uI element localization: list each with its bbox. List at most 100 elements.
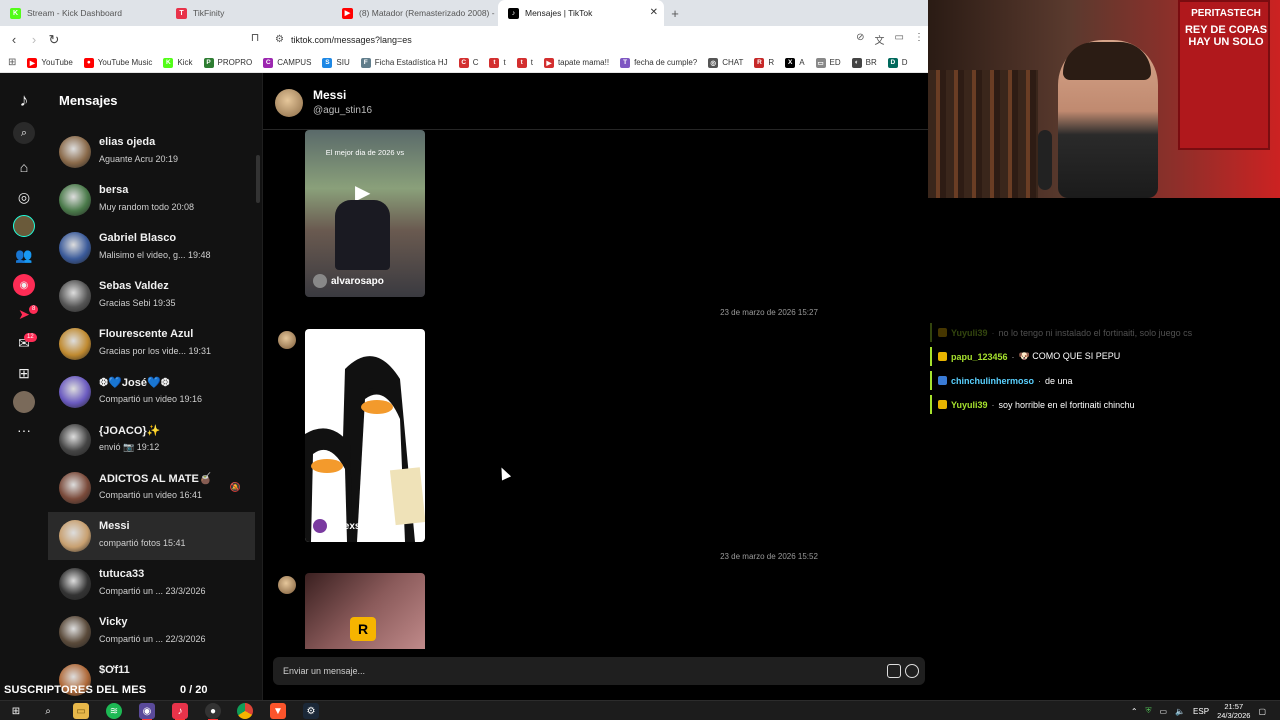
bookmark-star-icon[interactable]: ⊓ (245, 31, 265, 44)
bookmark-item[interactable]: ▶ YouTube (27, 57, 73, 68)
conversation-scrollbar[interactable] (256, 155, 260, 203)
more-icon[interactable]: ⋮ (914, 32, 924, 47)
bookmark-item[interactable]: tt (516, 57, 533, 68)
shared-video-card[interactable]: R (305, 573, 425, 649)
tiktok-app: ♪ ⌕ ⌂ ◎ 👥 ◉ ➤ 8 ✉ 12 ⊞ ··· Mensajes elia… (0, 73, 929, 700)
browser-tab-title: Mensajes | TikTok (525, 8, 593, 18)
notifications-icon[interactable]: ▢ (1258, 707, 1266, 716)
bookmark-favicon-icon: C (263, 57, 274, 68)
browser-tab-title: Stream - Kick Dashboard (27, 8, 122, 18)
conversation-preview: Compartió un video 19:16 (99, 394, 203, 404)
conversation-item[interactable]: Sebas Valdez Gracias Sebi 19:35 (48, 272, 255, 320)
bookmark-item[interactable]: DD (887, 57, 908, 68)
network-icon[interactable]: ▭ (1160, 707, 1168, 716)
bookmark-label: Ficha Estadística HJ (374, 58, 448, 67)
translate-icon[interactable]: 文 (875, 32, 885, 47)
bookmark-item[interactable]: ◎ CHAT (708, 57, 743, 68)
spotify-icon[interactable]: ≋ (106, 703, 122, 719)
brave-icon[interactable]: ▼ (270, 703, 286, 719)
language-indicator[interactable]: ESP (1193, 707, 1209, 716)
image-upload-icon[interactable] (887, 664, 901, 678)
no-tracking-icon[interactable]: ⊘ (856, 32, 864, 47)
upload-icon[interactable]: ⊞ (13, 362, 35, 384)
conversation-item[interactable]: Messi compartió fotos 15:41 (48, 512, 255, 560)
start-icon[interactable]: ⊞ (8, 703, 24, 719)
emoji-icon[interactable] (905, 664, 919, 678)
reload-icon[interactable]: ↻ (44, 32, 64, 48)
apps-grid-icon[interactable]: ⊞ (8, 57, 16, 68)
taskbar-search-icon[interactable]: ⌕ (40, 703, 56, 719)
bookmark-item[interactable]: RR (754, 57, 774, 68)
browser-tab[interactable]: ▶ (8) Matador (Remasterizado 2008) - (332, 0, 498, 26)
chat-avatar[interactable] (275, 89, 303, 117)
stream-chat-username: Yuyuli39 (951, 327, 988, 338)
message-input[interactable] (283, 663, 843, 679)
microphone (1038, 130, 1052, 190)
back-icon[interactable]: ‹ (4, 32, 24, 47)
cast-icon[interactable]: ▭ (895, 32, 904, 47)
conversation-item[interactable]: ❆💙José💙❆ Compartió un video 19:16 (48, 368, 255, 416)
conversation-avatar (59, 280, 91, 312)
tiktok-logo-icon[interactable]: ♪ (13, 89, 35, 111)
bookmark-label: BR (865, 58, 877, 67)
conversation-item[interactable]: Flourescente Azul Gracias por los vide...… (48, 320, 255, 368)
bookmark-item[interactable]: CC (458, 57, 478, 68)
bookmark-item[interactable]: XA (785, 57, 805, 68)
browser-tab[interactable]: ♪ Mensajes | TikTok ✕ (498, 0, 664, 26)
forward-icon[interactable]: › (24, 32, 44, 47)
obs-icon[interactable]: ● (205, 703, 221, 720)
site-info-icon[interactable]: ⚙ (275, 34, 291, 45)
bookmark-item[interactable]: ● YouTube Music (83, 57, 152, 68)
bookmark-item[interactable]: F Ficha Estadística HJ (360, 57, 448, 68)
search-icon[interactable]: ⌕ (13, 122, 35, 144)
conversation-item[interactable]: {JOACO}✨ envió 📷 19:12 (48, 416, 255, 464)
bookmark-item[interactable]: P PROPRO (203, 57, 253, 68)
tikfinity-taskbar-icon[interactable]: ♪ (172, 703, 188, 720)
streaming-app-icon[interactable]: ◉ (139, 703, 155, 720)
bookmark-item[interactable]: ▶ tapate mama!! (543, 57, 609, 68)
conversation-item[interactable]: Gabriel Blasco Malisimo el video, g... 19… (48, 224, 255, 272)
conversation-item[interactable]: tutuca33 Compartió un ... 23/3/2026 (48, 560, 255, 608)
following-icon[interactable]: 👥 (13, 244, 35, 266)
conversation-item[interactable]: Vicky Compartió un ... 22/3/2026 (48, 608, 255, 656)
bookmark-label: PROPRO (217, 58, 253, 67)
browser-tab[interactable]: K Stream - Kick Dashboard (0, 0, 166, 26)
video-author-name: alvarosapo (331, 275, 384, 287)
live-avatar-icon[interactable] (13, 215, 35, 237)
conversation-item[interactable]: ADICTOS AL MATE🧉 Compartió un video 16:41… (48, 464, 255, 512)
tray-overflow-icon[interactable]: ⌃ (1131, 707, 1138, 716)
close-tab-icon[interactable]: ✕ (650, 7, 658, 18)
video-person-figure (335, 200, 390, 270)
browser-tab[interactable]: T TikFinity (166, 0, 332, 26)
volume-icon[interactable]: 🔈 (1175, 707, 1185, 716)
security-icon[interactable]: ⛨ (1146, 706, 1152, 716)
messages-title: Mensajes (59, 93, 118, 108)
rockstar-logo-icon: R (350, 617, 376, 641)
clock-time: 21:57 (1224, 702, 1244, 711)
bookmark-item[interactable]: C CAMPUS (263, 57, 311, 68)
profile-avatar-icon[interactable] (13, 391, 35, 413)
bookmark-item[interactable]: K Kick (163, 57, 193, 68)
banner-text-top: PERITASTECH (1191, 8, 1261, 19)
steam-icon[interactable]: ⚙ (303, 703, 319, 719)
conversation-item[interactable]: elias ojeda Aguante Acru 20:19 (48, 128, 255, 176)
bookmark-item[interactable]: ▭ ED (815, 57, 841, 68)
bookmark-item[interactable]: Tfecha de cumple? (620, 57, 697, 68)
more-menu-icon[interactable]: ··· (13, 419, 35, 441)
bookmark-item[interactable]: ◐ BR (851, 57, 877, 68)
clock[interactable]: 21:57 24/3/2026 (1217, 702, 1250, 720)
bookmark-item[interactable]: S SIU (322, 57, 350, 68)
explore-icon[interactable]: ◎ (13, 186, 35, 208)
bookmark-favicon-icon: ▶ (27, 57, 38, 68)
live-icon[interactable]: ◉ (13, 274, 35, 296)
file-explorer-icon[interactable]: ▭ (73, 703, 89, 719)
shared-video-card[interactable]: El mejor dia de 2026 vs ▶ alvarosapo (305, 130, 425, 297)
video-author: Beexs (313, 519, 360, 533)
conversation-item[interactable]: bersa Muy random todo 20:08 (48, 176, 255, 224)
home-icon[interactable]: ⌂ (13, 156, 35, 178)
bookmark-item[interactable]: tt (489, 57, 506, 68)
new-tab-icon[interactable]: + (664, 0, 686, 26)
shared-video-card[interactable]: Beexs (305, 329, 425, 542)
chat-contact-name[interactable]: Messi (313, 88, 346, 102)
chrome-icon[interactable] (237, 703, 253, 719)
